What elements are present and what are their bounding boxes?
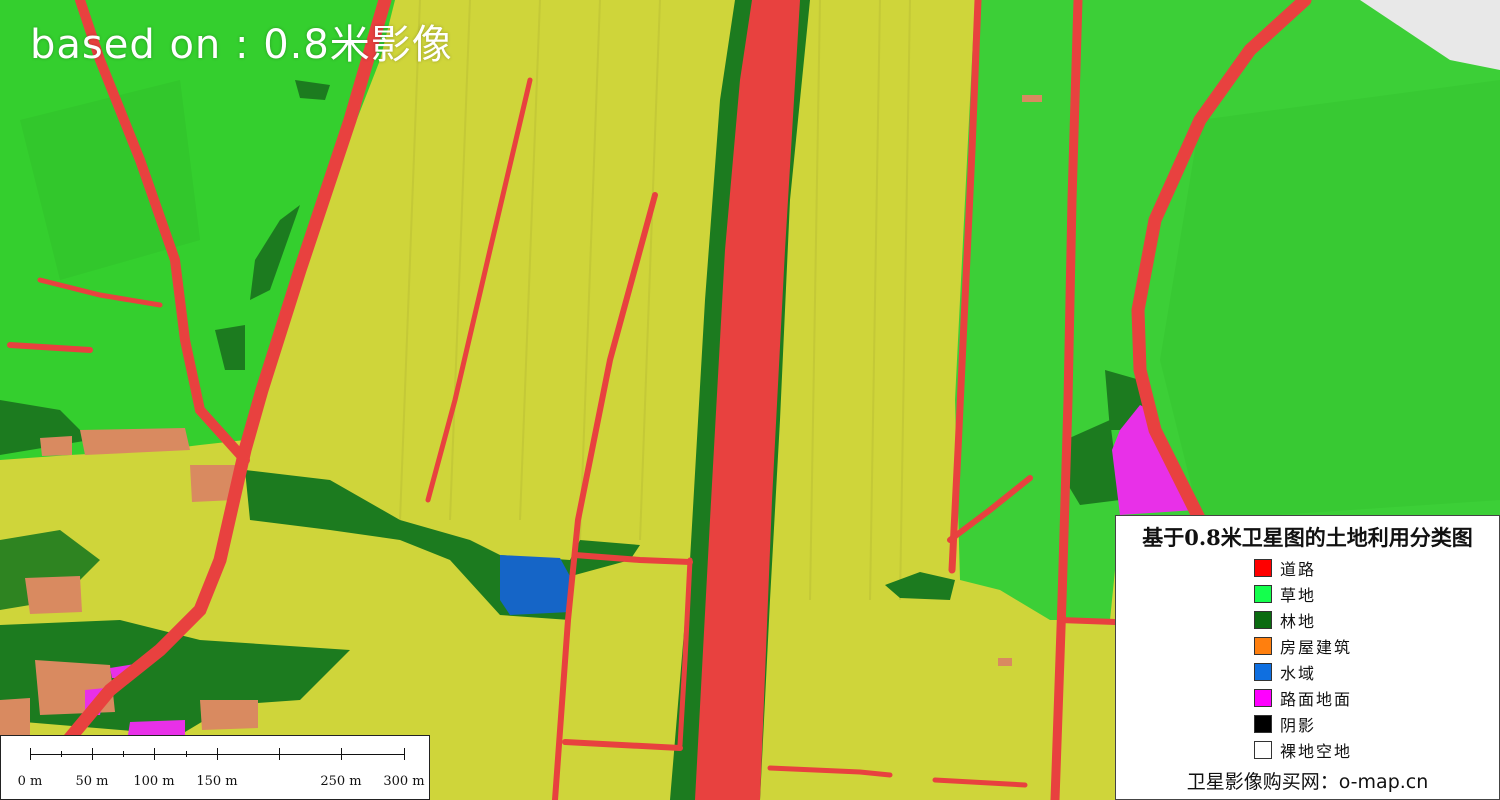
legend-item-shadow: 阴影: [1254, 711, 1352, 737]
legend-footer: 卫星影像购买网：o-map.cn: [1186, 771, 1429, 793]
scale-label: 50 m: [75, 774, 109, 789]
scale-tick: [279, 748, 280, 760]
legend-item-road: 道路: [1254, 555, 1352, 581]
legend-label: 水域: [1280, 664, 1317, 683]
building-2: [40, 436, 72, 456]
legend-label: 道路: [1280, 560, 1317, 579]
road-cross-right: [1057, 617, 1118, 625]
legend-label: 草地: [1280, 586, 1317, 605]
legend-label: 阴影: [1280, 716, 1317, 735]
scale-tick: [404, 748, 405, 760]
scale-tick: [123, 751, 124, 757]
legend-item-building: 房屋建筑: [1254, 633, 1352, 659]
scale-tick: [30, 748, 31, 760]
building-4: [25, 576, 82, 614]
legend-swatch: [1254, 637, 1272, 655]
grassland-right-shade: [1160, 80, 1500, 520]
scale-label: 100 m: [133, 774, 175, 789]
legend: 基于0.8米卫星图的土地利用分类图 道路 草地 林地 房屋建筑 水域 路面地面 …: [1115, 515, 1500, 800]
legend-item-pavement: 路面地面: [1254, 685, 1352, 711]
building-9: [998, 658, 1012, 666]
legend-item-bare-land: 裸地空地: [1254, 737, 1352, 763]
building-7: [0, 698, 30, 735]
scale-tick: [92, 748, 93, 760]
legend-swatch: [1254, 715, 1272, 733]
legend-item-water: 水域: [1254, 659, 1352, 685]
legend-item-forest: 林地: [1254, 607, 1352, 633]
water-pond: [500, 555, 572, 615]
scale-tick: [217, 748, 218, 760]
legend-swatch: [1254, 585, 1272, 603]
scale-label: 300 m: [383, 774, 425, 789]
legend-swatch: [1254, 741, 1272, 759]
legend-title: 基于0.8米卫星图的土地利用分类图: [1142, 525, 1473, 550]
scale-tick: [186, 751, 187, 757]
scale-tick: [154, 748, 155, 760]
legend-label: 裸地空地: [1280, 742, 1353, 761]
legend-items: 道路 草地 林地 房屋建筑 水域 路面地面 阴影 裸地空地: [1254, 555, 1352, 763]
scale-label: 0 m: [17, 774, 43, 789]
legend-label: 林地: [1280, 612, 1317, 631]
scale-label: 250 m: [320, 774, 362, 789]
legend-swatch: [1254, 611, 1272, 629]
scale-tick: [341, 748, 342, 760]
scale-bar: 0 m 50 m 100 m 150 m 250 m 300 m: [0, 735, 430, 800]
legend-label: 房屋建筑: [1280, 638, 1353, 657]
pavement-left-2: [128, 720, 185, 735]
building-6: [200, 700, 258, 730]
scale-label: 150 m: [196, 774, 238, 789]
legend-swatch: [1254, 689, 1272, 707]
legend-swatch: [1254, 559, 1272, 577]
scale-tick: [61, 751, 62, 757]
map-overlay-title: based on : 0.8米影像: [30, 22, 453, 68]
building-8: [1022, 95, 1042, 102]
legend-swatch: [1254, 663, 1272, 681]
legend-label: 路面地面: [1280, 690, 1353, 709]
legend-item-grass: 草地: [1254, 581, 1352, 607]
